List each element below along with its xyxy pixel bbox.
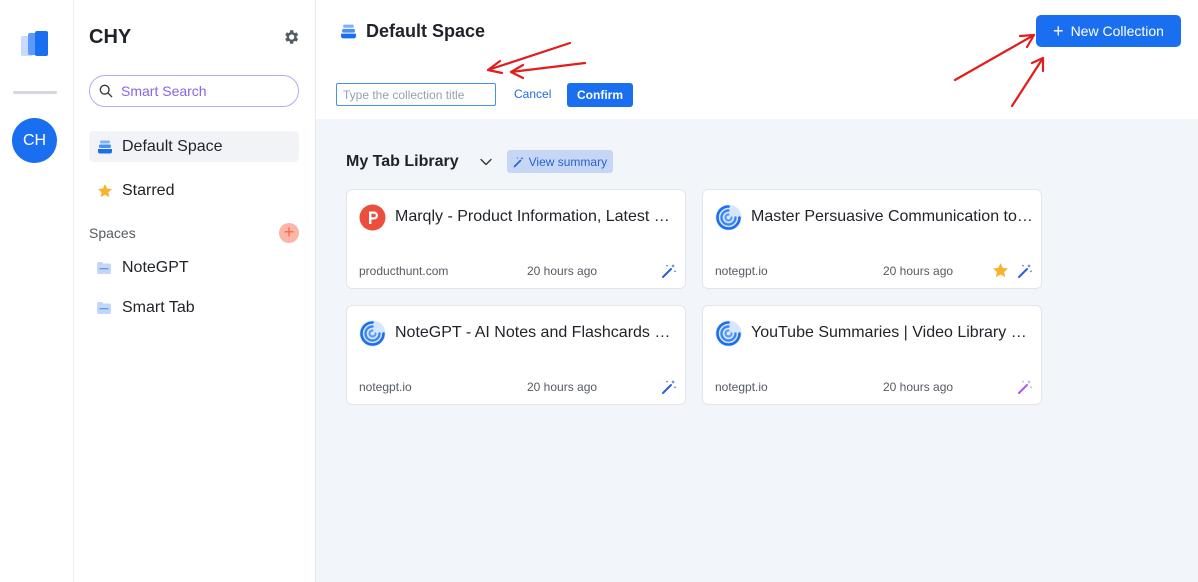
- app-rail: CH: [0, 0, 74, 582]
- view-summary-button[interactable]: View summary: [506, 150, 614, 173]
- magic-wand-icon[interactable]: [1017, 263, 1033, 279]
- space-item-smart-tab[interactable]: Smart Tab: [96, 299, 195, 317]
- tab-card[interactable]: YouTube Summaries | Video Library Page n…: [702, 305, 1042, 405]
- notegpt-icon: [715, 320, 742, 347]
- notegpt-icon: [715, 204, 742, 231]
- tab-card-title: Marqly - Product Information, Latest Pro…: [395, 208, 679, 225]
- page-title: Default Space: [340, 21, 485, 42]
- add-space-button[interactable]: +: [279, 223, 299, 243]
- rail-divider: [13, 91, 57, 94]
- page-title-text: Default Space: [366, 21, 486, 41]
- sidebar: CHY Smart Search Default Space Starred S…: [74, 0, 316, 582]
- magic-wand-icon[interactable]: [661, 379, 677, 395]
- folder-icon: [97, 302, 111, 314]
- magic-wand-icon: [513, 156, 524, 167]
- folder-icon: [97, 262, 111, 274]
- smart-search-input[interactable]: Smart Search: [89, 75, 299, 107]
- confirm-button[interactable]: Confirm: [567, 83, 633, 107]
- star-icon[interactable]: [992, 262, 1009, 279]
- tab-card-time: 20 hours ago: [883, 264, 954, 278]
- producthunt-icon: [359, 204, 386, 231]
- tab-card-time: 20 hours ago: [527, 380, 598, 394]
- gear-icon[interactable]: [282, 28, 300, 46]
- magic-wand-icon[interactable]: [661, 263, 677, 279]
- view-summary-label: View summary: [528, 154, 608, 169]
- sidebar-item-starred[interactable]: Starred: [89, 175, 299, 206]
- sidebar-item-label: Default Space: [122, 137, 223, 155]
- tab-library-header: My Tab Library View summary: [346, 150, 614, 173]
- tab-card[interactable]: NoteGPT - AI Notes and Flashcards Learni…: [346, 305, 686, 405]
- notegpt-icon: [359, 320, 386, 347]
- stack-icon: [341, 24, 356, 39]
- tab-card-domain: notegpt.io: [359, 380, 412, 394]
- space-item-label: Smart Tab: [122, 299, 195, 316]
- space-item-label: NoteGPT: [122, 259, 189, 276]
- tab-card[interactable]: Marqly - Product Information, Latest Pro…: [346, 189, 686, 289]
- space-item-notegpt[interactable]: NoteGPT: [96, 259, 189, 277]
- search-placeholder: Smart Search: [121, 83, 207, 99]
- main-header: Default Space Cancel Confirm + New Colle…: [316, 0, 1198, 119]
- tab-card-title: YouTube Summaries | Video Library Page: [751, 324, 1035, 341]
- tab-card-domain: notegpt.io: [715, 264, 768, 278]
- user-avatar[interactable]: CH: [12, 118, 57, 163]
- plus-icon: +: [1053, 20, 1064, 41]
- magic-wand-icon[interactable]: [1017, 379, 1033, 395]
- new-collection-button[interactable]: + New Collection: [1036, 15, 1181, 47]
- app-logo-icon[interactable]: [19, 30, 53, 60]
- collection-title-input[interactable]: [336, 83, 496, 106]
- tab-card[interactable]: Master Persuasive Communication to Influ…: [702, 189, 1042, 289]
- tab-card-title: NoteGPT - AI Notes and Flashcards Learni…: [395, 324, 679, 341]
- sidebar-item-label: Starred: [122, 181, 175, 199]
- tab-card-time: 20 hours ago: [883, 380, 954, 394]
- tab-card-time: 20 hours ago: [527, 264, 598, 278]
- tab-card-domain: producthunt.com: [359, 264, 449, 278]
- new-collection-label: New Collection: [1070, 23, 1164, 39]
- main-content: Default Space Cancel Confirm + New Colle…: [316, 0, 1198, 582]
- search-icon: [99, 84, 113, 98]
- tab-card-title: Master Persuasive Communication to Influ…: [751, 208, 1035, 225]
- tab-library-title: My Tab Library: [346, 152, 459, 170]
- star-icon: [98, 183, 112, 197]
- workspace-name: CHY: [89, 26, 132, 48]
- tab-card-domain: notegpt.io: [715, 380, 768, 394]
- sidebar-item-default-space[interactable]: Default Space: [89, 131, 299, 162]
- cancel-button[interactable]: Cancel: [514, 83, 551, 106]
- spaces-section-label: Spaces: [89, 225, 136, 241]
- stack-icon: [98, 140, 112, 153]
- chevron-down-icon[interactable]: [479, 155, 493, 169]
